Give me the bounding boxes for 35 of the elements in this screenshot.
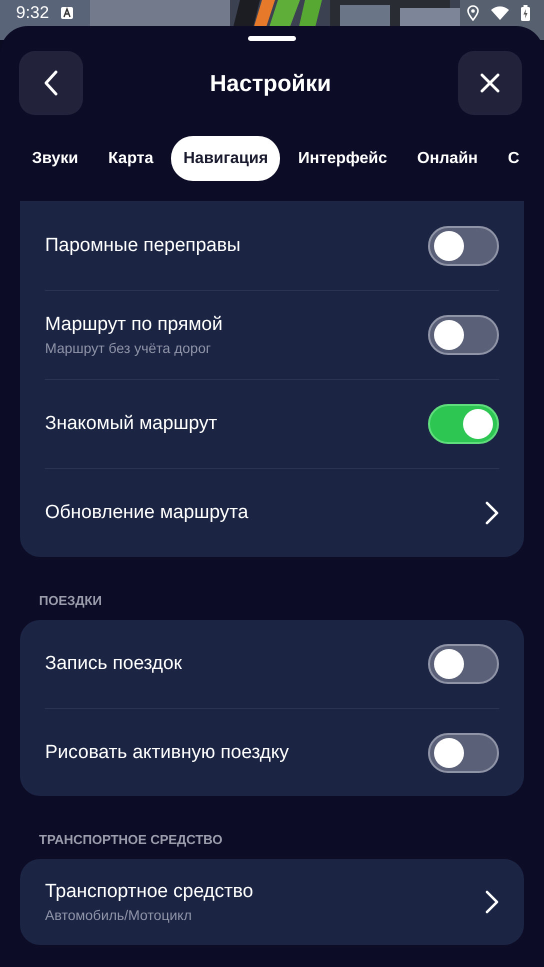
settings-tab[interactable]: Навигация: [171, 136, 280, 181]
close-icon: [480, 73, 500, 93]
chevron-right-icon: [485, 501, 499, 525]
chevron-right-icon: [485, 890, 499, 914]
setting-subtitle: Автомобиль/Мотоцикл: [45, 907, 193, 923]
setting-label: Обновление маршрута: [45, 502, 250, 524]
setting-label: Маршрут по прямой: [45, 314, 224, 336]
section-header: ПОЕЗДКИ: [38, 593, 103, 608]
setting-label: Запись поездок: [45, 653, 183, 675]
toggle-switch[interactable]: [428, 315, 499, 355]
setting-subtitle: Маршрут без учёта дорог: [45, 340, 212, 356]
toggle-switch[interactable]: [428, 732, 499, 772]
settings-tab[interactable]: Карта: [96, 136, 166, 181]
wifi-icon: [491, 6, 509, 20]
settings-tab[interactable]: Онлайн: [405, 136, 490, 181]
close-button[interactable]: [458, 51, 522, 115]
status-time: 9:32: [16, 3, 50, 23]
setting-label: Рисовать активную поездку: [45, 742, 290, 764]
section-header: ТРАНСПОРТНОЕ СРЕДСТВО: [38, 832, 224, 847]
battery-icon: [521, 5, 530, 21]
toggle-switch[interactable]: [428, 644, 499, 684]
setting-label: Транспортное средство: [45, 881, 254, 903]
back-button[interactable]: [19, 51, 83, 115]
toggle-switch[interactable]: [428, 404, 499, 444]
setting-label: Знакомый маршрут: [45, 413, 218, 435]
toggle-switch[interactable]: [428, 226, 499, 266]
setting-label: Паромные переправы: [45, 234, 242, 256]
chevron-left-icon: [44, 70, 58, 96]
notification-icon: [61, 7, 74, 19]
location-icon: [467, 5, 479, 21]
settings-tab[interactable]: Интерфейс: [286, 136, 400, 181]
settings-tab[interactable]: С: [496, 136, 532, 181]
settings-tab[interactable]: Звуки: [20, 136, 90, 181]
drag-handle[interactable]: [248, 36, 296, 41]
page-title: Настройки: [210, 70, 332, 96]
